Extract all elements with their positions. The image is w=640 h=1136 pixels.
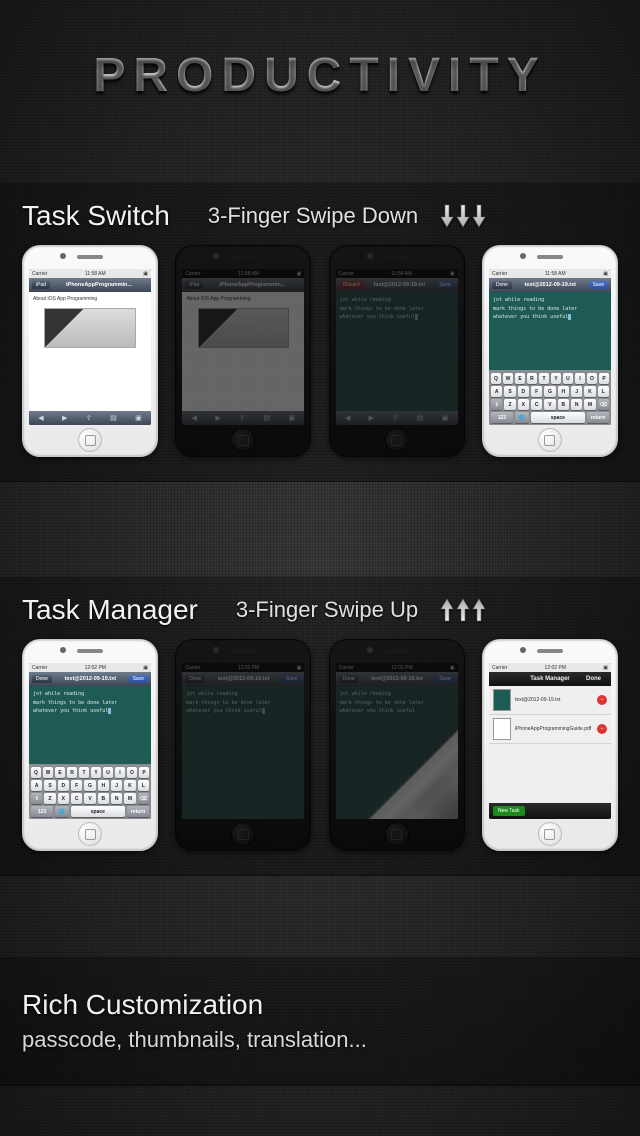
editor-area[interactable]: jot while reading mark things to be done…: [29, 686, 151, 764]
save-button[interactable]: Save: [129, 675, 148, 683]
keyboard[interactable]: QWERTYUIOP ASDFGHJKL ⇧ZXCVBNM⌫ 123🌐space…: [489, 370, 611, 425]
phone-mock: Carrier12:02 PM▣ Done text@2012-09-19.tx…: [175, 639, 311, 851]
tabs-icon[interactable]: ▣: [135, 414, 142, 422]
arrows-up-icon: [440, 597, 486, 623]
phone-mock: Carrier12:02 PM▣ Done text@2012-09-19.tx…: [22, 639, 158, 851]
close-icon[interactable]: −: [597, 724, 607, 734]
keyboard[interactable]: QWERTYUIOP ASDFGHJKL ⇧ZXCVBNM⌫ 123🌐space…: [29, 764, 151, 819]
page-title-label: iPhoneAppProgrammin...: [50, 282, 148, 288]
new-task-button[interactable]: New Task: [493, 806, 525, 816]
task-item[interactable]: iPhoneAppProgrammingGuide.pdf −: [489, 715, 611, 744]
back-icon[interactable]: ◀: [38, 414, 43, 422]
close-icon[interactable]: −: [597, 695, 607, 705]
hero-image: [44, 308, 135, 348]
task-manager-header: Done Task Manager: [489, 672, 611, 686]
phone-mock: Carrier11:58 AM▣ Discard text@2012-09-19…: [329, 245, 465, 457]
thumbnail-icon: [493, 718, 511, 740]
gesture-hint: 3-Finger Swipe Down: [208, 203, 418, 229]
thumbnail-icon: [493, 689, 511, 711]
task-item[interactable]: text@2012-09-19.txt −: [489, 686, 611, 715]
section-task-switch: Task Switch 3-Finger Swipe Down Carrier1…: [0, 182, 640, 482]
bookmarks-icon[interactable]: ▤: [110, 414, 117, 422]
share-icon[interactable]: ⇪: [86, 414, 92, 422]
fwd-icon[interactable]: ▶: [62, 414, 67, 422]
home-button[interactable]: [78, 428, 102, 452]
section-heading: Task Manager: [22, 594, 198, 626]
section-customization: Rich Customization passcode, thumbnails,…: [0, 956, 640, 1086]
section-task-manager: Task Manager 3-Finger Swipe Up Carrier12…: [0, 576, 640, 876]
home-button[interactable]: [538, 428, 562, 452]
phone-mock: Carrier11:58 AM▣ Done text@2012-09-19.tx…: [482, 245, 618, 457]
filename-label: text@2012-09-19.txt: [512, 282, 589, 288]
phone-mock: Carrier12:02 PM▣ Done Task Manager text@…: [482, 639, 618, 851]
home-button[interactable]: [78, 822, 102, 846]
toolbar: ◀ ▶ ⇪ ▤ ▣: [29, 411, 151, 425]
home-button[interactable]: [538, 822, 562, 846]
section-subheading: passcode, thumbnails, translation...: [22, 1027, 618, 1053]
editor-area[interactable]: jot while reading mark things to be done…: [489, 292, 611, 370]
nav-bar: Done text@2012-09-19.txt Save: [489, 278, 611, 292]
phone-mock: Carrier12:02 PM▣ Done text@2012-09-19.tx…: [329, 639, 465, 851]
done-button[interactable]: Done: [32, 675, 52, 683]
done-button[interactable]: Done: [492, 281, 512, 289]
section-header: Task Switch 3-Finger Swipe Down: [22, 183, 618, 239]
phone-mock: Carrier11:58 AM▣ iPad iPhoneAppProgrammi…: [22, 245, 158, 457]
done-button[interactable]: Done: [586, 676, 601, 682]
task-manager-phones: Carrier12:02 PM▣ Done text@2012-09-19.tx…: [22, 639, 618, 859]
back-button[interactable]: iPad: [32, 281, 50, 289]
nav-bar: iPad iPhoneAppProgrammin...: [29, 278, 151, 292]
phone-mock: Carrier11:58 AM▣ iPad iPhoneAppProgrammi…: [175, 245, 311, 457]
task-switch-phones: Carrier11:58 AM▣ iPad iPhoneAppProgrammi…: [22, 245, 618, 465]
save-button[interactable]: Save: [589, 281, 608, 289]
task-list: text@2012-09-19.txt − iPhoneAppProgrammi…: [489, 686, 611, 819]
task-manager-footer: New Task: [489, 803, 611, 819]
section-heading: Rich Customization: [22, 989, 618, 1021]
page-title: Productivity: [0, 0, 640, 103]
gesture-hint: 3-Finger Swipe Up: [236, 597, 418, 623]
section-heading: Task Switch: [22, 200, 170, 232]
arrows-down-icon: [440, 203, 486, 229]
status-bar: Carrier11:58 AM▣: [29, 269, 151, 278]
section-header: Task Manager 3-Finger Swipe Up: [22, 577, 618, 633]
body-heading: About iOS App Programming: [33, 296, 147, 302]
